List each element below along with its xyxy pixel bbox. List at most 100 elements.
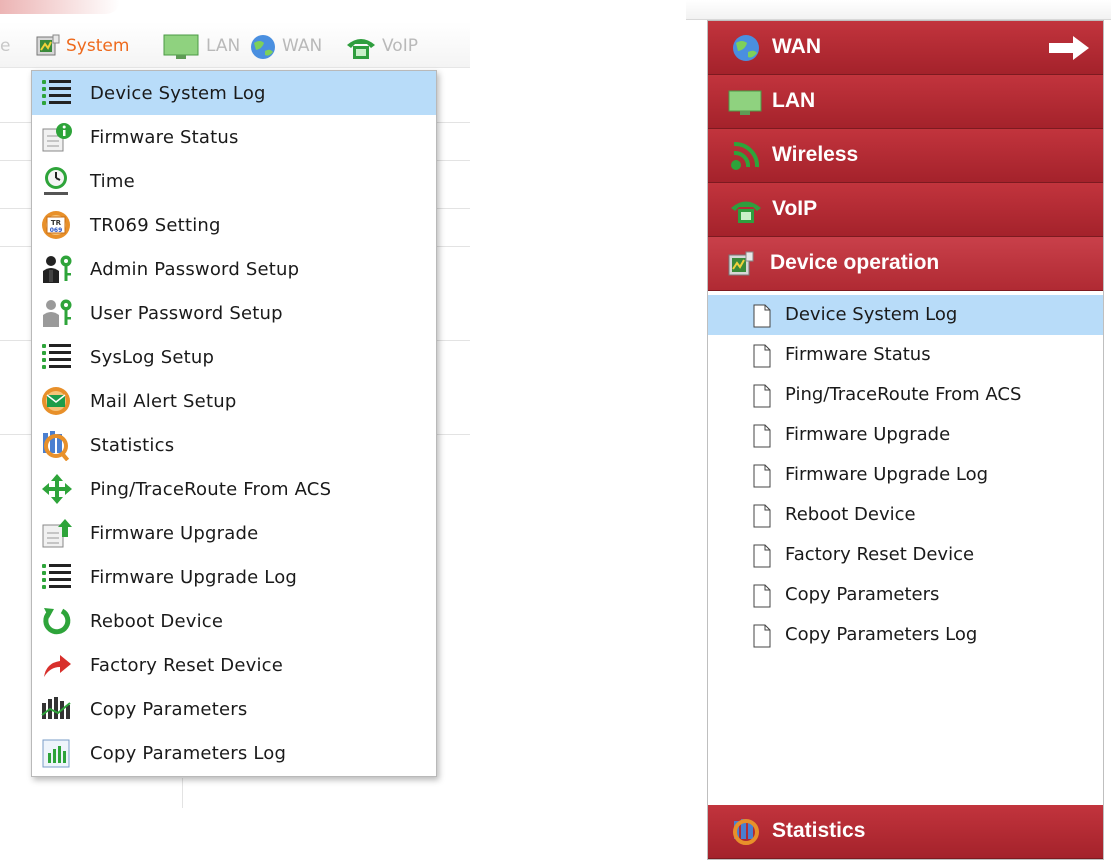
device-chip-icon xyxy=(726,250,756,278)
tab-previous-partial[interactable]: e xyxy=(0,32,10,60)
submenu-item-device-system-log[interactable]: Device System Log xyxy=(708,295,1103,335)
document-icon xyxy=(752,344,772,368)
menu-item-label: SysLog Setup xyxy=(90,347,215,368)
bars-document-icon xyxy=(40,737,74,769)
section-title: VoIP xyxy=(772,197,818,220)
document-icon xyxy=(752,424,772,448)
statistics-magnifier-icon xyxy=(728,816,764,848)
list-icon xyxy=(40,341,74,373)
top-nav-bar: e System LAN WAN VoIP xyxy=(0,22,470,68)
submenu-item-label: Device System Log xyxy=(785,304,958,325)
tab-wan[interactable]: WAN xyxy=(248,32,322,60)
list-icon xyxy=(40,77,74,109)
list-icon xyxy=(40,561,74,593)
bars-icon xyxy=(40,693,74,725)
submenu-item-label: Factory Reset Device xyxy=(785,544,975,565)
phone-icon xyxy=(728,194,764,226)
section-title: WAN xyxy=(772,35,821,58)
submenu-item-firmware-upgrade-log[interactable]: Firmware Upgrade Log xyxy=(708,455,1103,495)
top-strip xyxy=(686,0,1111,20)
upload-document-icon xyxy=(40,517,74,549)
divider xyxy=(182,778,183,808)
document-icon xyxy=(752,384,772,408)
tab-system[interactable]: System xyxy=(34,32,129,60)
submenu-item-firmware-upgrade[interactable]: Firmware Upgrade xyxy=(708,415,1103,455)
submenu-item-firmware-status[interactable]: Firmware Status xyxy=(708,335,1103,375)
header-decoration xyxy=(0,0,120,14)
tab-lan[interactable]: LAN xyxy=(162,32,240,60)
menu-item-time[interactable]: Time xyxy=(32,159,436,203)
reboot-arrow-icon xyxy=(40,605,74,637)
sidebar-section-wan[interactable]: WAN xyxy=(708,21,1103,75)
menu-item-factory-reset-device[interactable]: Factory Reset Device xyxy=(32,643,436,687)
menu-item-label: Copy Parameters Log xyxy=(90,743,287,764)
globe-icon xyxy=(248,33,278,59)
submenu-item-copy-parameters[interactable]: Copy Parameters xyxy=(708,575,1103,615)
monitor-icon xyxy=(728,86,764,118)
submenu-item-label: Firmware Upgrade xyxy=(785,424,951,445)
tab-wan-label: WAN xyxy=(282,36,323,56)
menu-item-label: Firmware Upgrade xyxy=(90,523,259,544)
statistics-magnifier-icon xyxy=(40,429,74,462)
menu-item-user-password-setup[interactable]: User Password Setup xyxy=(32,291,436,335)
svg-text:TR: TR xyxy=(51,219,62,227)
menu-item-label: Statistics xyxy=(90,435,175,456)
submenu-item-label: Reboot Device xyxy=(785,504,916,525)
document-icon xyxy=(752,464,772,488)
menu-item-copy-parameters-log[interactable]: Copy Parameters Log xyxy=(32,731,436,775)
tab-voip[interactable]: VoIP xyxy=(344,32,418,60)
tab-lan-label: LAN xyxy=(206,36,241,56)
section-title: LAN xyxy=(772,89,816,112)
menu-item-firmware-upgrade[interactable]: Firmware Upgrade xyxy=(32,511,436,555)
sidebar-section-device-operation[interactable]: Device operation xyxy=(708,237,1103,291)
submenu-item-copy-parameters-log[interactable]: Copy Parameters Log xyxy=(708,615,1103,655)
menu-item-firmware-upgrade-log[interactable]: Firmware Upgrade Log xyxy=(32,555,436,599)
submenu-item-label: Firmware Status xyxy=(785,344,931,365)
menu-item-tr069-setting[interactable]: TR 069 TR069 Setting xyxy=(32,203,436,247)
submenu-item-label: Firmware Upgrade Log xyxy=(785,464,989,485)
wireless-icon xyxy=(728,140,764,172)
document-icon xyxy=(752,304,772,328)
document-icon xyxy=(752,504,772,528)
submenu-item-label: Copy Parameters Log xyxy=(785,624,978,645)
menu-item-label: Admin Password Setup xyxy=(90,259,300,280)
menu-item-ping-traceroute[interactable]: Ping/TraceRoute From ACS xyxy=(32,467,436,511)
document-icon xyxy=(752,624,772,648)
monitor-icon xyxy=(162,33,202,59)
submenu-item-ping-traceroute[interactable]: Ping/TraceRoute From ACS xyxy=(708,375,1103,415)
clock-icon xyxy=(40,165,74,197)
sidebar-menu: WAN LAN Wireless VoIP Device operation D… xyxy=(707,20,1104,860)
sidebar-section-lan[interactable]: LAN xyxy=(708,75,1103,129)
menu-item-label: Factory Reset Device xyxy=(90,655,284,676)
submenu-item-factory-reset-device[interactable]: Factory Reset Device xyxy=(708,535,1103,575)
device-chip-icon xyxy=(34,33,62,59)
menu-item-admin-password-setup[interactable]: Admin Password Setup xyxy=(32,247,436,291)
info-document-icon xyxy=(40,121,74,153)
menu-item-label: Time xyxy=(90,171,135,192)
menu-item-label: Firmware Status xyxy=(90,127,239,148)
section-title: Device operation xyxy=(770,251,940,274)
menu-item-label: Copy Parameters xyxy=(90,699,248,720)
sidebar-section-statistics[interactable]: Statistics xyxy=(708,805,1103,859)
menu-item-label: Firmware Upgrade Log xyxy=(90,567,298,588)
svg-text:069: 069 xyxy=(50,227,63,234)
menu-item-firmware-status[interactable]: Firmware Status xyxy=(32,115,436,159)
sidebar-section-wireless[interactable]: Wireless xyxy=(708,129,1103,183)
section-title: Statistics xyxy=(772,819,866,842)
menu-item-label: Reboot Device xyxy=(90,611,224,632)
arrow-right-icon[interactable] xyxy=(1047,34,1091,62)
menu-item-syslog-setup[interactable]: SysLog Setup xyxy=(32,335,436,379)
mail-gear-icon xyxy=(40,385,74,417)
menu-item-reboot-device[interactable]: Reboot Device xyxy=(32,599,436,643)
menu-item-label: Ping/TraceRoute From ACS xyxy=(90,479,332,500)
sidebar-section-voip[interactable]: VoIP xyxy=(708,183,1103,237)
section-title: Wireless xyxy=(772,143,859,166)
menu-item-device-system-log[interactable]: Device System Log xyxy=(32,71,436,115)
menu-item-statistics[interactable]: Statistics xyxy=(32,423,436,467)
reset-arrow-icon xyxy=(40,649,74,681)
menu-item-copy-parameters[interactable]: Copy Parameters xyxy=(32,687,436,731)
menu-item-mail-alert-setup[interactable]: Mail Alert Setup xyxy=(32,379,436,423)
submenu-item-reboot-device[interactable]: Reboot Device xyxy=(708,495,1103,535)
tr069-gear-icon: TR 069 xyxy=(40,209,74,241)
submenu-item-label: Copy Parameters xyxy=(785,584,940,605)
